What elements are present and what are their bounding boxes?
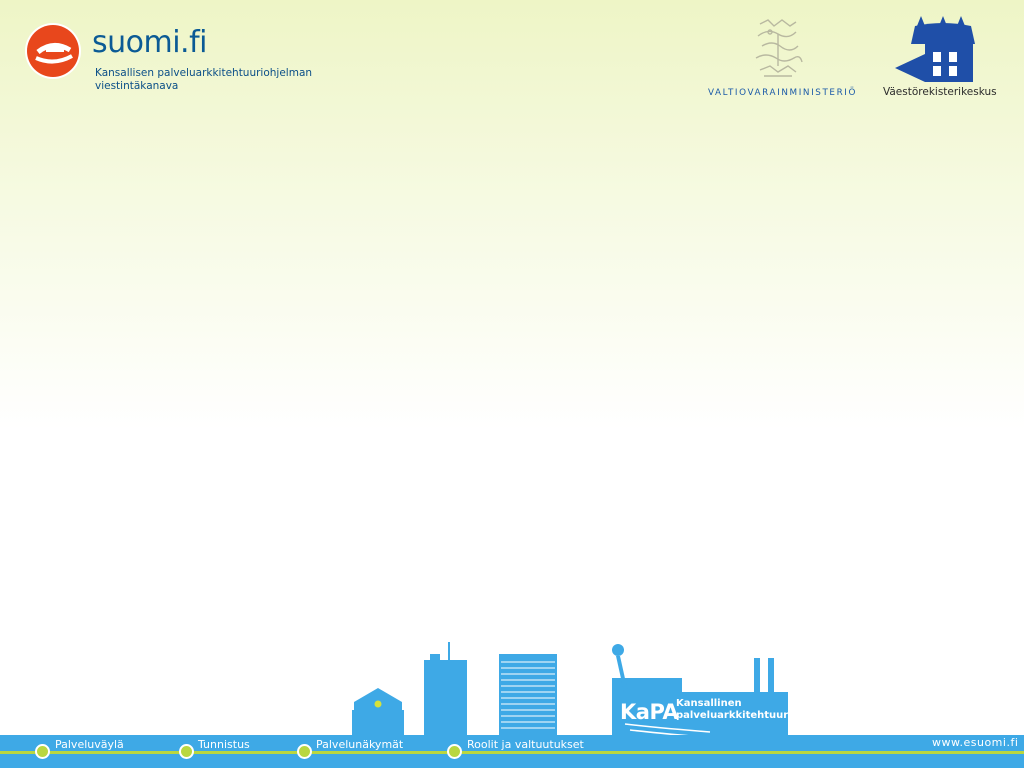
nav-dot-roolit[interactable] (447, 744, 462, 759)
tagline-line-1: Kansallisen palveluarkkitehtuuriohjelman (95, 67, 313, 79)
nav-item-palvelunakymat[interactable]: Palvelunäkymät (316, 738, 403, 751)
tagline-line-2: viestintäkanava (95, 80, 179, 92)
city-skyline-illustration (340, 640, 800, 750)
kapa-logo-title: KaPA (620, 700, 679, 724)
nav-dot-palveluvayla[interactable] (35, 744, 50, 759)
nav-item-roolit-ja-valtuutukset[interactable]: Roolit ja valtuutukset (467, 738, 584, 751)
lion-crest-icon (750, 16, 806, 82)
brand-wordmark: suomi.fi (92, 25, 208, 60)
suomi-logo-icon[interactable] (24, 22, 82, 80)
kapa-subtitle-line-1: Kansallinen (676, 698, 742, 709)
kapa-logo-subtitle: Kansallinen palveluarkkitehtuuri (676, 698, 796, 722)
nav-dot-tunnistus[interactable] (179, 744, 194, 759)
footer-timeline-line (0, 751, 1024, 754)
building-icon (895, 14, 981, 86)
nav-dot-palvelunakymat[interactable] (297, 744, 312, 759)
agency-name: Väestörekisterikeskus (883, 86, 997, 98)
footer-url-link[interactable]: www.esuomi.fi (932, 736, 1018, 749)
kapa-subtitle-line-2: palveluarkkitehtuuri (676, 710, 792, 721)
brand-tagline: Kansallisen palveluarkkitehtuuriohjelman… (95, 67, 315, 93)
nav-item-palveluvayla[interactable]: Palveluväylä (55, 738, 124, 751)
ministry-name: VALTIOVARAINMINISTERIÖ (708, 88, 858, 98)
nav-item-tunnistus[interactable]: Tunnistus (198, 738, 250, 751)
